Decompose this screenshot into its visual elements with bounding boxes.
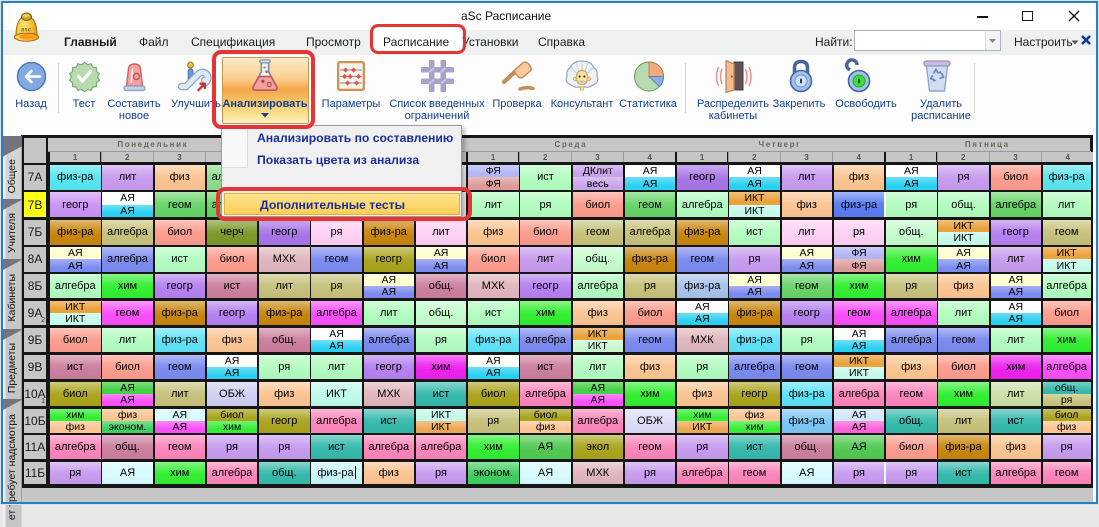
svg-text:asc: asc — [21, 28, 32, 34]
